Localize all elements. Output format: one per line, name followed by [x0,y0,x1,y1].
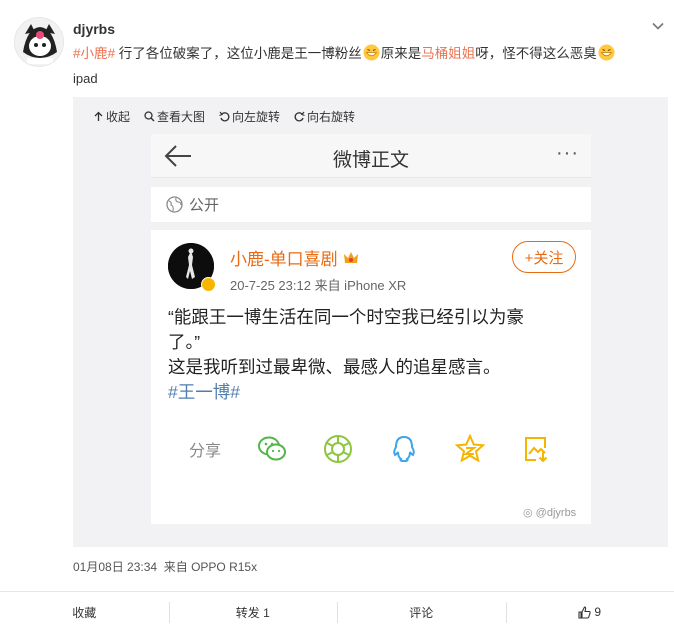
qq-icon [393,435,415,463]
collapse-button[interactable]: 收起 [93,108,130,125]
save-image-icon [525,437,548,463]
weibo-logo-icon: ◎ [523,507,533,519]
screenshot-header: 微博正文 ··· [151,134,591,178]
favorite-button[interactable]: 收藏 [0,592,169,632]
author-name-row: 小鹿-单口喜剧 [230,245,360,270]
topic-link: #王一博# [168,382,240,402]
embedded-screenshot[interactable]: 微博正文 ··· 公开 小鹿-单口喜剧 20-7-25 23:12 来自 iPh… [151,134,591,524]
grin-emoji-icon [598,44,615,61]
post-time: 01月08日 23:34 来自 OPPO R15x [73,558,257,575]
visibility-row: 公开 [166,194,219,215]
search-icon [144,111,155,122]
hashtag-link[interactable]: #小鹿# [73,46,115,61]
screenshot-title: 微博正文 [332,150,409,171]
moments-icon [324,435,353,463]
rotate-right-button[interactable]: 向右旋转 [294,108,355,125]
thumbs-up-icon [578,605,592,619]
post-text-part2: 原来是 [380,46,422,61]
post-text: #小鹿# 行了各位破案了，这位小鹿是王一博粉丝 原来是马桶姐姐呀，怪不得这么恶臭 [73,44,653,64]
comment-button[interactable]: 评论 [337,592,506,632]
avatar[interactable] [14,17,64,67]
media-toolbar: 收起 查看大图 向左旋转 向右旋转 [93,108,355,125]
device-line: ipad [73,71,98,86]
share-row: 分享 [189,434,587,464]
mention-link[interactable]: 马桶姐姐 [421,46,475,61]
post-text-part3: 呀，怪不得这么恶臭 [475,46,597,61]
rotate-left-icon [219,111,230,122]
chevron-down-icon[interactable] [652,20,664,32]
grin-emoji-icon [363,44,380,61]
action-bar: 收藏 转发 1 评论 9 [0,591,674,632]
share-label: 分享 [189,443,222,460]
media-box: 收起 查看大图 向左旋转 向右旋转 微博正文 ··· 公开 小鹿-单口喜剧 20… [73,97,668,547]
visibility-label: 公开 [189,197,220,214]
repost-button[interactable]: 转发 1 [168,592,338,632]
view-large-button[interactable]: 查看大图 [144,108,205,125]
arrow-up-icon [94,111,103,121]
rotate-left-button[interactable]: 向左旋转 [219,108,280,125]
like-button[interactable]: 9 [505,592,674,632]
quote-text: “能跟王一博生活在同一个时空我已经引以为豪 了。” 这是我听到过最卑微、最感人的… [168,305,578,405]
post-meta: 20-7-25 23:12 来自 iPhone XR [230,278,407,293]
follow-button: +关注 [512,241,576,273]
verified-badge-icon [201,277,216,292]
post-text-part1: 行了各位破案了，这位小鹿是王一博粉丝 [115,46,362,61]
more-icon: ··· [556,142,579,164]
source: 来自 OPPO R15x [163,560,258,574]
timestamp[interactable]: 01月08日 23:34 [73,560,157,574]
qzone-icon [455,434,486,463]
watermark: ◎ @djyrbs [523,507,577,519]
username[interactable]: djyrbs [73,21,115,37]
wechat-icon [258,436,287,461]
globe-icon [166,196,183,213]
rotate-right-icon [294,111,305,122]
vip-badge-icon [343,251,358,263]
author-name: 小鹿-单口喜剧 [230,250,338,269]
